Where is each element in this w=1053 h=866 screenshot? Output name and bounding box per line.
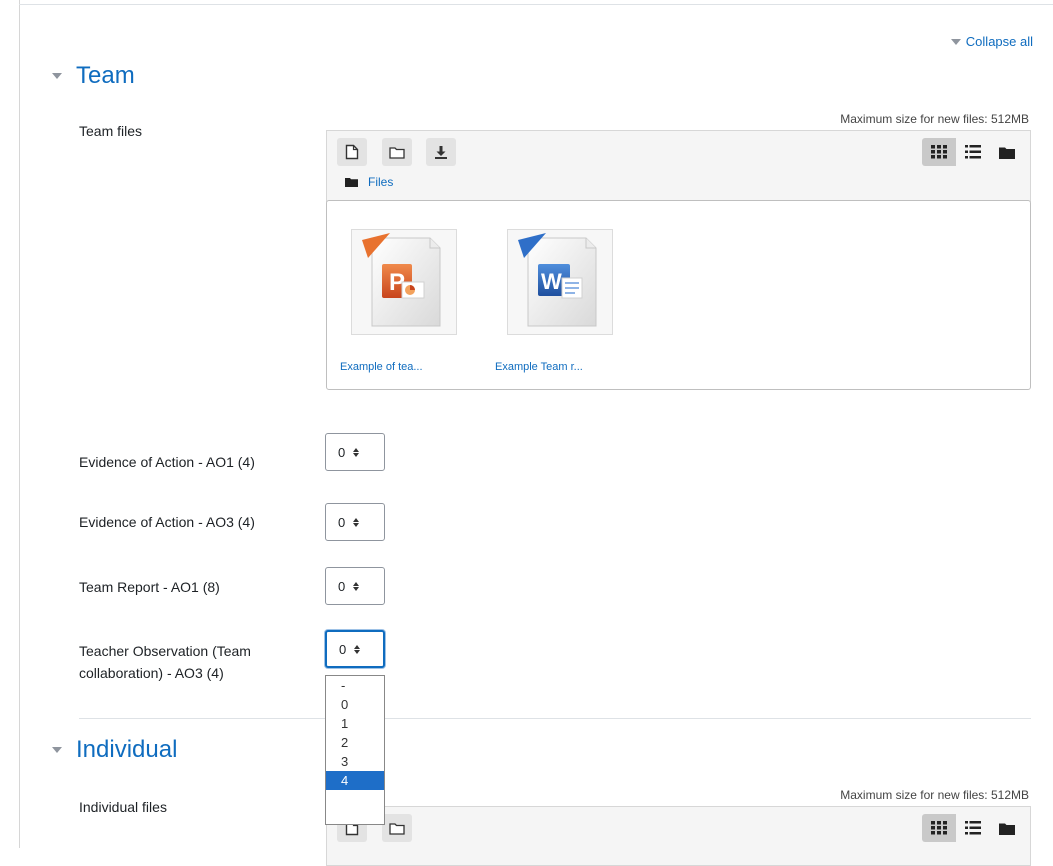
- dropdown-option[interactable]: 1: [326, 714, 384, 733]
- add-file-icon: [345, 144, 359, 160]
- create-folder-icon: [389, 146, 405, 159]
- select-arrows-icon: [354, 644, 361, 654]
- select-arrows-icon: [353, 517, 360, 527]
- path-files-link[interactable]: Files: [368, 175, 393, 189]
- svg-text:W: W: [541, 269, 562, 294]
- create-folder-button[interactable]: [382, 138, 412, 166]
- section-expanded-triangle-icon: [52, 73, 62, 79]
- list-view-icon: [965, 821, 981, 835]
- section-divider: [79, 718, 1031, 719]
- team-file-area[interactable]: P Example of tea... W Example Team r...: [326, 200, 1031, 390]
- grade-select-ao1-evidence[interactable]: 0: [325, 433, 385, 471]
- individual-max-size-text: Maximum size for new files: 512MB: [840, 788, 1029, 802]
- individual-filepicker-toolbar: [326, 806, 1031, 866]
- folder-tree-view-icon: [999, 147, 1015, 159]
- file-name-link[interactable]: Example of tea...: [340, 361, 423, 373]
- section-title-individual: Individual: [76, 736, 178, 763]
- dropdown-option[interactable]: 3: [326, 752, 384, 771]
- section-expanded-triangle-icon: [52, 747, 62, 753]
- create-folder-button[interactable]: [382, 814, 412, 842]
- team-max-size-text: Maximum size for new files: 512MB: [840, 112, 1029, 126]
- view-mode-toggle: [922, 138, 1024, 166]
- grid-view-icon: [931, 145, 947, 159]
- select-arrows-icon: [353, 447, 360, 457]
- powerpoint-file-icon: P: [362, 233, 441, 327]
- collapse-triangle-icon: [950, 38, 961, 45]
- list-view-button[interactable]: [956, 814, 990, 842]
- grade-select-teacher-observation[interactable]: 0: [325, 630, 385, 668]
- select-value: 0: [339, 641, 347, 657]
- tree-view-button[interactable]: [990, 138, 1024, 166]
- select-value: 0: [338, 514, 346, 530]
- file-tile-powerpoint[interactable]: P: [351, 229, 457, 335]
- select-value: 0: [338, 578, 346, 594]
- team-files-label: Team files: [79, 123, 143, 139]
- view-mode-toggle: [922, 814, 1024, 842]
- form-page: Collapse all Team Team files Maximum siz…: [0, 0, 1053, 866]
- label-line-2: collaboration) - AO3 (4): [79, 665, 224, 681]
- tree-view-button[interactable]: [990, 814, 1024, 842]
- grid-view-button[interactable]: [922, 138, 956, 166]
- collapse-all-label: Collapse all: [965, 34, 1033, 49]
- file-name-link[interactable]: Example Team r...: [495, 361, 583, 373]
- grade-select-team-report[interactable]: 0: [325, 567, 385, 605]
- page-top-border: [19, 4, 1053, 5]
- label-line-1: Teacher Observation (Team: [79, 643, 251, 659]
- dropdown-option[interactable]: 2: [326, 733, 384, 752]
- download-all-button[interactable]: [426, 138, 456, 166]
- folder-icon: [345, 178, 358, 187]
- download-icon: [435, 145, 447, 159]
- grid-view-icon: [931, 821, 947, 835]
- filepicker-path: Files: [345, 175, 393, 189]
- select-value: 0: [338, 444, 346, 460]
- list-view-button[interactable]: [956, 138, 990, 166]
- section-header-team[interactable]: Team: [52, 62, 135, 90]
- add-file-button[interactable]: [337, 138, 367, 166]
- grade-label-ao1-evidence: Evidence of Action - AO1 (4): [79, 454, 255, 470]
- grade-label-teacher-observation: Teacher Observation (Team collaboration)…: [79, 640, 251, 684]
- list-view-icon: [965, 145, 981, 159]
- dropdown-option[interactable]: -: [326, 676, 384, 695]
- create-folder-icon: [389, 822, 405, 835]
- grade-select-ao3-evidence[interactable]: 0: [325, 503, 385, 541]
- individual-files-label: Individual files: [79, 799, 167, 815]
- select-arrows-icon: [353, 581, 360, 591]
- grid-view-button[interactable]: [922, 814, 956, 842]
- section-header-individual[interactable]: Individual: [52, 736, 177, 764]
- section-title-team: Team: [76, 62, 135, 89]
- grade-dropdown-list: - 0 1 2 3 4: [325, 675, 385, 825]
- word-file-icon: W: [518, 233, 597, 327]
- dropdown-option[interactable]: 0: [326, 695, 384, 714]
- dropdown-option-selected[interactable]: 4: [326, 771, 384, 790]
- grade-label-team-report: Team Report - AO1 (8): [79, 579, 220, 595]
- file-tile-word[interactable]: W: [507, 229, 613, 335]
- folder-tree-view-icon: [999, 823, 1015, 835]
- team-filepicker-toolbar: Files: [326, 130, 1031, 202]
- grade-label-ao3-evidence: Evidence of Action - AO3 (4): [79, 514, 255, 530]
- page-left-border: [19, 0, 20, 848]
- collapse-all-link[interactable]: Collapse all: [950, 34, 1033, 49]
